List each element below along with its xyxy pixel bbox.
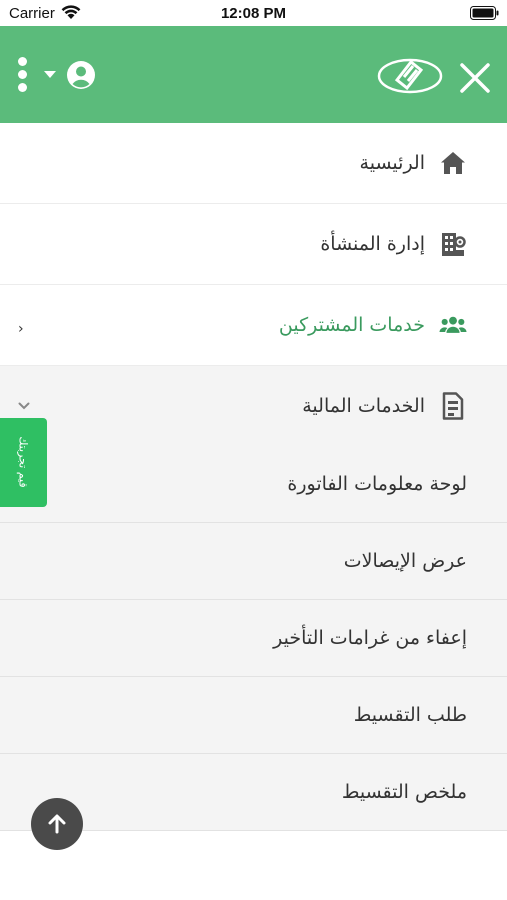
scroll-to-top-button[interactable] bbox=[31, 798, 83, 850]
submenu-item-label: لوحة معلومات الفاتورة bbox=[287, 473, 467, 495]
submenu-item-label: ملخص التقسيط bbox=[341, 781, 467, 803]
app-screen: Carrier 12:08 PM الرئيسية إدارة المنشأة … bbox=[0, 0, 507, 900]
building-gear-icon bbox=[442, 233, 466, 256]
logo-icon bbox=[377, 58, 443, 94]
users-icon bbox=[439, 316, 467, 333]
feedback-tab[interactable]: قيم تجربتك bbox=[0, 418, 47, 507]
submenu-item-installment-request[interactable]: طلب التقسيط bbox=[0, 677, 507, 754]
side-menu: الرئيسية إدارة المنشأة › خدمات المشتركين… bbox=[0, 123, 507, 831]
menu-item-establishment[interactable]: إدارة المنشأة bbox=[0, 204, 507, 285]
feedback-label: قيم تجربتك bbox=[16, 436, 30, 488]
menu-item-home[interactable]: الرئيسية bbox=[0, 123, 507, 204]
home-icon bbox=[441, 152, 465, 174]
chevron-down-icon bbox=[18, 402, 30, 410]
kebab-menu-icon[interactable] bbox=[14, 57, 32, 93]
arrow-up-icon bbox=[48, 814, 66, 834]
menu-item-label: الخدمات المالية bbox=[302, 395, 425, 417]
caret-down-icon[interactable] bbox=[44, 71, 56, 78]
document-icon bbox=[442, 392, 464, 420]
status-bar: Carrier 12:08 PM bbox=[0, 0, 507, 26]
menu-item-subscriber-services[interactable]: › خدمات المشتركين bbox=[0, 285, 507, 366]
submenu-item-view-receipts[interactable]: عرض الإيصالات bbox=[0, 523, 507, 600]
submenu-item-label: طلب التقسيط bbox=[353, 704, 467, 726]
submenu-item-label: عرض الإيصالات bbox=[343, 550, 467, 572]
clock: 12:08 PM bbox=[220, 5, 287, 22]
menu-item-financial-services[interactable]: الخدمات المالية bbox=[0, 366, 507, 446]
chevron-right-icon: › bbox=[18, 321, 24, 337]
menu-item-label: إدارة المنشأة bbox=[320, 233, 425, 255]
user-circle-icon[interactable] bbox=[66, 60, 96, 90]
menu-item-label: الرئيسية bbox=[359, 152, 425, 174]
app-header bbox=[0, 26, 507, 123]
submenu-item-label: إعفاء من غرامات التأخير bbox=[273, 627, 467, 649]
financial-services-section: الخدمات المالية لوحة معلومات الفاتورة عر… bbox=[0, 366, 507, 831]
close-icon[interactable] bbox=[458, 61, 492, 95]
battery-icon bbox=[470, 6, 499, 20]
submenu-item-late-fee-exemption[interactable]: إعفاء من غرامات التأخير bbox=[0, 600, 507, 677]
menu-item-label: خدمات المشتركين bbox=[278, 314, 425, 336]
submenu-item-invoice-dashboard[interactable]: لوحة معلومات الفاتورة bbox=[0, 446, 507, 523]
